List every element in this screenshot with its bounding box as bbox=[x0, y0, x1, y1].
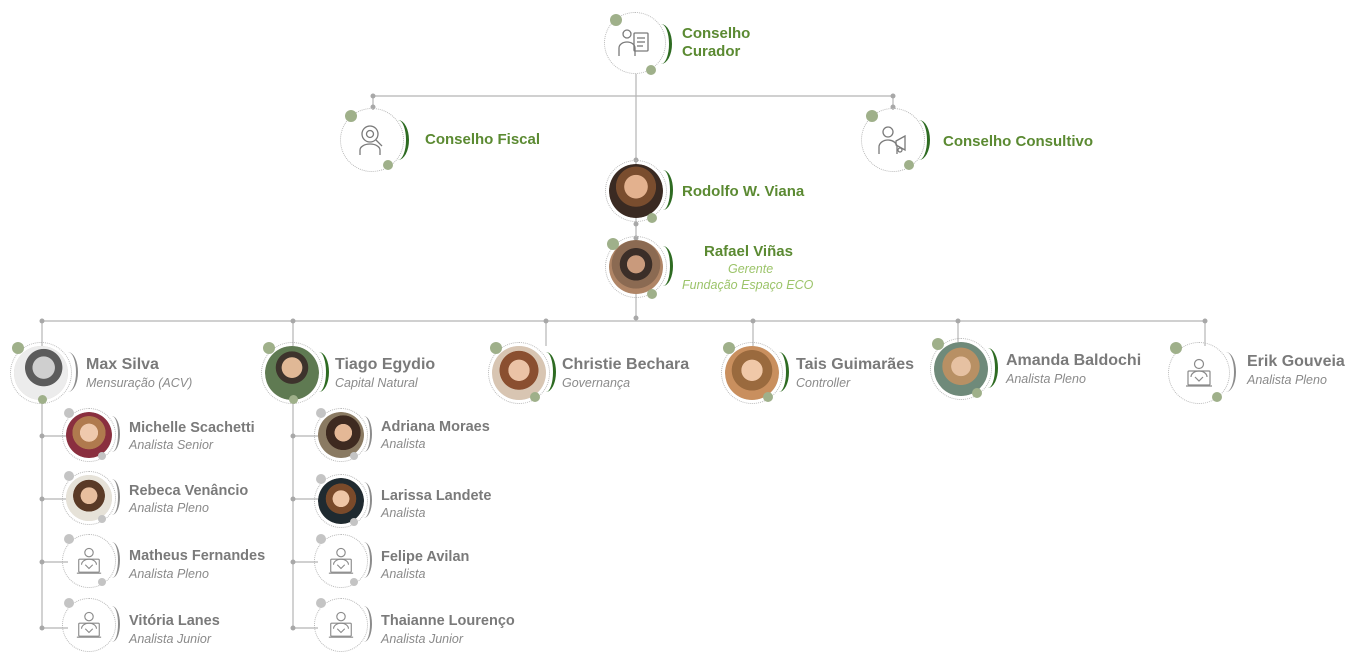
subteam-role: Analista bbox=[381, 506, 426, 520]
director-name: Rodolfo W. Viana bbox=[682, 183, 805, 200]
team-name: Tiago Egydio bbox=[335, 356, 436, 373]
manager-org: Fundação Espaço ECO bbox=[682, 278, 814, 292]
team-name: Christie Bechara bbox=[562, 356, 690, 373]
manager-name: Rafael Viñas bbox=[704, 243, 793, 260]
subteam-role: Analista Pleno bbox=[129, 501, 209, 515]
team-role: Governança bbox=[562, 376, 631, 390]
subteam-name: Vitória Lanes bbox=[129, 613, 220, 629]
team-name: Amanda Baldochi bbox=[1006, 352, 1142, 369]
subteam-role: Analista bbox=[381, 567, 426, 581]
subteam-role: Analista bbox=[381, 437, 426, 451]
team-name: Max Silva bbox=[86, 356, 159, 373]
team-role: Controller bbox=[796, 376, 851, 390]
team-name: Erik Gouveia bbox=[1247, 353, 1345, 370]
conselho-consultivo-label: Conselho Consultivo bbox=[943, 133, 1093, 150]
subteam-name: Matheus Fernandes bbox=[129, 548, 266, 564]
manager-role: Gerente bbox=[728, 262, 774, 276]
subteam-role: Analista Junior bbox=[381, 632, 463, 646]
subteam-name: Felipe Avilan bbox=[381, 549, 470, 565]
subteam-name: Rebeca Venâncio bbox=[129, 483, 249, 499]
subteam-name: Larissa Landete bbox=[381, 488, 492, 504]
subteam-role: Analista Pleno bbox=[129, 567, 209, 581]
subteam-role: Analista Senior bbox=[129, 438, 214, 452]
team-role: Analista Pleno bbox=[1006, 372, 1086, 386]
conselho-curador-label: Conselho Curador bbox=[682, 25, 751, 60]
conselho-fiscal-label: Conselho Fiscal bbox=[425, 131, 541, 148]
subteam-role: Analista Junior bbox=[129, 632, 211, 646]
team-role: Mensuração (ACV) bbox=[86, 376, 193, 390]
team-name: Tais Guimarães bbox=[796, 356, 914, 373]
team-role: Analista Pleno bbox=[1247, 373, 1327, 387]
subteam-name: Michelle Scachetti bbox=[129, 420, 255, 436]
team-role: Capital Natural bbox=[335, 376, 418, 390]
subteam-name: Adriana Moraes bbox=[381, 419, 490, 435]
subteam-name: Thaianne Lourenço bbox=[381, 613, 515, 629]
